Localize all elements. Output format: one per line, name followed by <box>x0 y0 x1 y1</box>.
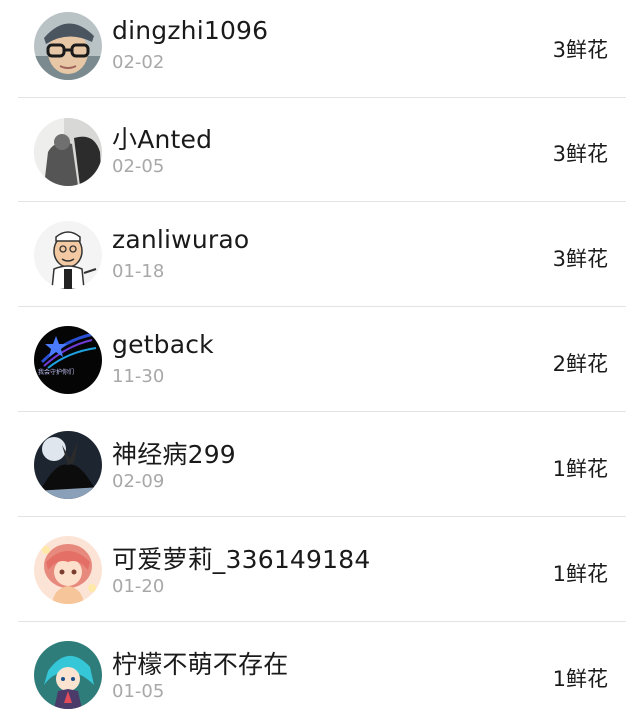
user-name: 柠檬不萌不存在 <box>112 650 289 679</box>
dark-wings-icon[interactable] <box>34 431 102 499</box>
flower-count: 1鲜花 <box>552 457 608 481</box>
cartoon-chef-icon[interactable] <box>34 221 102 289</box>
flower-count: 3鲜花 <box>552 142 608 166</box>
row-divider <box>18 621 626 622</box>
gift-date: 02-09 <box>112 471 165 492</box>
list-item[interactable]: 我会守护你们 getback 11-30 2鲜花 <box>0 308 640 412</box>
row-divider <box>18 516 626 517</box>
gift-date: 01-18 <box>112 261 165 282</box>
svg-text:我会守护你们: 我会守护你们 <box>38 368 74 376</box>
user-name: 神经病299 <box>112 440 236 469</box>
list-item[interactable]: dingzhi1096 02-02 3鲜花 <box>0 0 640 98</box>
flower-count: 3鲜花 <box>552 38 608 62</box>
user-name: getback <box>112 330 214 359</box>
flower-count: 1鲜花 <box>552 562 608 586</box>
shooting-star-icon[interactable]: 我会守护你们 <box>34 326 102 394</box>
user-name: dingzhi1096 <box>112 16 269 45</box>
user-name: zanliwurao <box>112 225 250 254</box>
gift-date: 02-02 <box>112 52 165 73</box>
flower-count: 1鲜花 <box>552 667 608 691</box>
anime-blue-hair-icon[interactable] <box>34 641 102 709</box>
boy-with-glasses-icon[interactable] <box>34 12 102 80</box>
row-divider <box>18 306 626 307</box>
list-item[interactable]: 可爱萝莉_336149184 01-20 1鲜花 <box>0 518 640 622</box>
user-name: 小Anted <box>112 125 213 154</box>
gift-date: 11-30 <box>112 366 165 387</box>
list-item[interactable]: zanliwurao 01-18 3鲜花 <box>0 203 640 307</box>
list-item[interactable]: 柠檬不萌不存在 01-05 1鲜花 <box>0 623 640 727</box>
gift-date: 02-05 <box>112 156 165 177</box>
user-name: 可爱萝莉_336149184 <box>112 545 371 574</box>
row-divider <box>18 201 626 202</box>
gift-date: 01-05 <box>112 681 165 702</box>
row-divider <box>18 411 626 412</box>
flower-count: 2鲜花 <box>552 352 608 376</box>
list-item[interactable]: 小Anted 02-05 3鲜花 <box>0 98 640 202</box>
dark-photo-icon[interactable] <box>34 118 102 186</box>
gift-date: 01-20 <box>112 576 165 597</box>
list-item[interactable]: 神经病299 02-09 1鲜花 <box>0 413 640 517</box>
flower-count: 3鲜花 <box>552 247 608 271</box>
anime-girl-icon[interactable] <box>34 536 102 604</box>
